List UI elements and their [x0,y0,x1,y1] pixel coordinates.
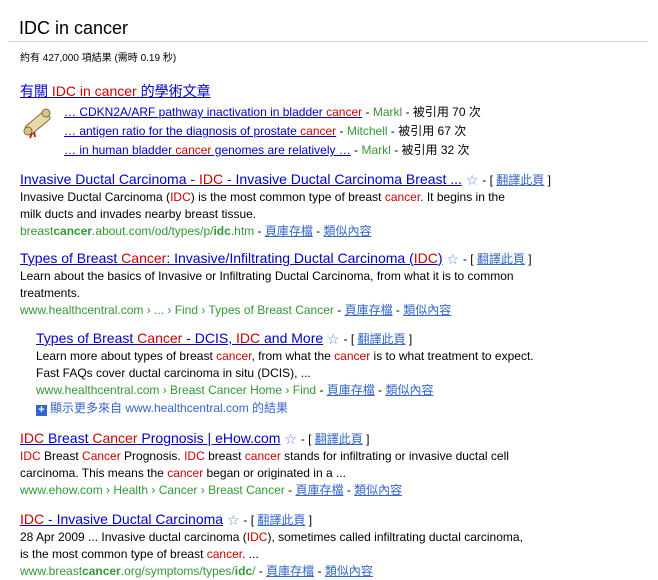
scholar-cited[interactable]: 被引用 32 次 [402,143,470,157]
scholar-heading[interactable]: 有關 IDC in cancer 的學術文章 [20,82,211,100]
result-title-link[interactable]: Invasive Ductal Carcinoma - IDC - Invasi… [20,171,462,187]
result-url: www.ehow.com › Health › Cancer › Breast … [20,483,403,497]
search-result: Types of Breast Cancer: Invasive/Infiltr… [20,250,532,317]
result-url: www.breastcancer.org/symptoms/types/idc/… [20,564,373,578]
scholar-item-link[interactable]: … in human bladder cancer genomes are re… [64,143,351,157]
similar-link[interactable]: 類似內容 [354,483,402,497]
result-title-link[interactable]: IDC - Invasive Ductal Carcinoma [20,511,223,527]
scholar-cited[interactable]: 被引用 70 次 [413,105,481,119]
result-snippet: Fast FAQs cover ductal carcinoma in situ… [36,366,311,380]
result-snippet: IDC Breast Cancer Prognosis. IDC breast … [20,449,509,463]
result-title-link[interactable]: Types of Breast Cancer - DCIS, IDC and M… [36,330,323,346]
scholar-item-link[interactable]: … CDKN2A/ARF pathway inactivation in bla… [64,105,362,119]
scholar-author: Markl [361,143,391,157]
scholar-item: … in human bladder cancer genomes are re… [64,143,470,157]
scholar-author: Mitchell [346,124,388,138]
search-result: IDC - Invasive Ductal Carcinoma ☆ - [ 翻譯… [20,511,523,578]
translate-link[interactable]: 翻譯此頁 [477,252,525,266]
result-title-link[interactable]: IDC Breast Cancer Prognosis | eHow.com [20,430,280,446]
translate-link[interactable]: 翻譯此頁 [315,432,363,446]
result-snippet: 28 Apr 2009 ... Invasive ductal carcinom… [20,530,523,544]
scholar-scroll-icon [23,108,51,139]
star-icon[interactable]: ☆ [284,431,297,447]
result-snippet: treatments. [20,286,81,300]
result-snippet: is the most common type of breast cancer… [20,547,259,561]
result-snippet: Learn more about types of breast cancer,… [36,349,534,363]
result-snippet: Invasive Ductal Carcinoma (IDC) is the m… [20,190,505,204]
result-url: www.healthcentral.com › Breast Cancer Ho… [36,383,434,397]
result-snippet: carcinoma. This means the cancer began o… [20,466,346,480]
result-snippet: milk ducts and invades nearby breast tis… [20,207,257,221]
scholar-item: … antigen ratio for the diagnosis of pro… [64,124,467,138]
plus-icon: + [36,405,47,416]
scholar-cited[interactable]: 被引用 67 次 [398,124,466,138]
search-result: Invasive Ductal Carcinoma - IDC - Invasi… [20,171,551,238]
similar-link[interactable]: 類似內容 [385,383,433,397]
more-results-link[interactable]: + 顯示更多來自 www.healthcentral.com 的結果 [36,400,288,417]
similar-link[interactable]: 類似內容 [324,224,372,238]
cache-link[interactable]: 頁庫存檔 [295,483,343,497]
translate-link[interactable]: 翻譯此頁 [496,173,544,187]
scholar-heading-link[interactable]: 有關 IDC in cancer 的學術文章 [20,83,211,99]
search-result-indented: Types of Breast Cancer - DCIS, IDC and M… [36,330,534,397]
scholar-item-link[interactable]: … antigen ratio for the diagnosis of pro… [64,124,336,138]
translate-link[interactable]: 翻譯此頁 [257,513,305,527]
scholar-author: Markl [372,105,403,119]
star-icon[interactable]: ☆ [327,331,340,347]
search-box[interactable]: IDC in cancer [8,8,648,42]
cache-link[interactable]: 頁庫存檔 [327,383,375,397]
similar-link[interactable]: 類似內容 [403,303,451,317]
scholar-item: … CDKN2A/ARF pathway inactivation in bla… [64,105,481,119]
translate-link[interactable]: 翻譯此頁 [358,332,406,346]
result-title-link[interactable]: Types of Breast Cancer: Invasive/Infiltr… [20,250,443,266]
search-input[interactable]: IDC in cancer [19,18,128,39]
result-stats: 約有 427,000 項結果 (需時 0.19 秒) [20,53,177,64]
result-url: www.healthcentral.com › ... › Find › Typ… [20,303,452,317]
cache-link[interactable]: 頁庫存檔 [345,303,393,317]
cache-link[interactable]: 頁庫存檔 [265,224,313,238]
result-url: breastcancer.about.com/od/types/p/idc.ht… [20,224,372,238]
star-icon[interactable]: ☆ [227,512,240,528]
result-snippet: Learn about the basics of Invasive or In… [20,269,514,283]
star-icon[interactable]: ☆ [446,251,459,267]
star-icon[interactable]: ☆ [466,172,479,188]
search-result: IDC Breast Cancer Prognosis | eHow.com ☆… [20,430,509,497]
